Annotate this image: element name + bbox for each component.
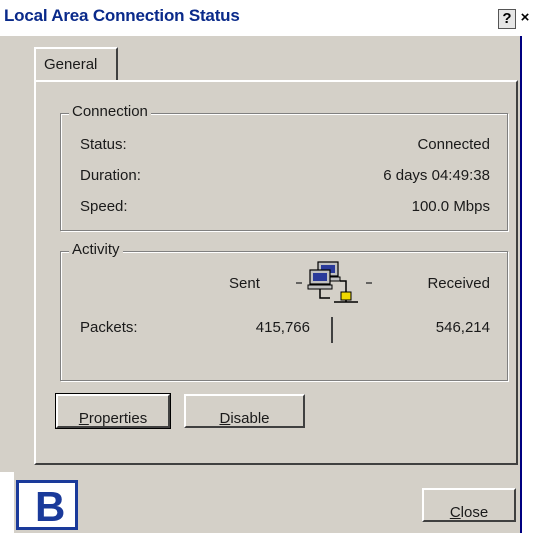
status-value: Connected [417, 136, 490, 153]
packets-sent-value: 415,766 [255, 319, 310, 336]
close-x-icon[interactable]: × [518, 9, 532, 29]
status-label: Status: [80, 136, 127, 153]
network-computers-icon [296, 261, 372, 303]
window-title: Local Area Connection Status [4, 6, 240, 25]
speed-value: 100.0 Mbps [411, 198, 490, 215]
badge-letter: B [35, 483, 66, 530]
tab-general-label: General [44, 56, 98, 73]
received-label: Received [427, 275, 490, 292]
close-button[interactable]: Close [422, 488, 516, 522]
disable-button[interactable]: Disable [184, 394, 305, 428]
title-bar[interactable]: Local Area Connection Status ? × [0, 0, 534, 36]
duration-value: 6 days 04:49:38 [383, 167, 490, 184]
packets-received-value: 546,214 [435, 319, 490, 336]
duration-label: Duration: [80, 167, 141, 184]
help-button[interactable]: ? [498, 9, 516, 29]
activity-group-label: Activity [69, 241, 123, 258]
close-button-label: Close [449, 504, 489, 521]
properties-button[interactable]: Properties [55, 393, 171, 429]
figure-letter-badge: B [16, 480, 78, 530]
activity-group: Activity [60, 241, 508, 381]
packets-label: Packets: [80, 319, 138, 336]
speed-label: Speed: [80, 198, 128, 215]
dialog-window: Local Area Connection Status ? × General… [0, 0, 534, 533]
sent-label: Sent [229, 275, 260, 292]
tab-general[interactable]: General [34, 47, 118, 80]
left-edge-white [0, 472, 14, 533]
packets-divider [331, 317, 333, 343]
window-right-edge [520, 36, 534, 533]
properties-button-label: Properties [78, 410, 148, 427]
connection-group-label: Connection [69, 103, 151, 120]
disable-button-label: Disable [219, 410, 270, 427]
